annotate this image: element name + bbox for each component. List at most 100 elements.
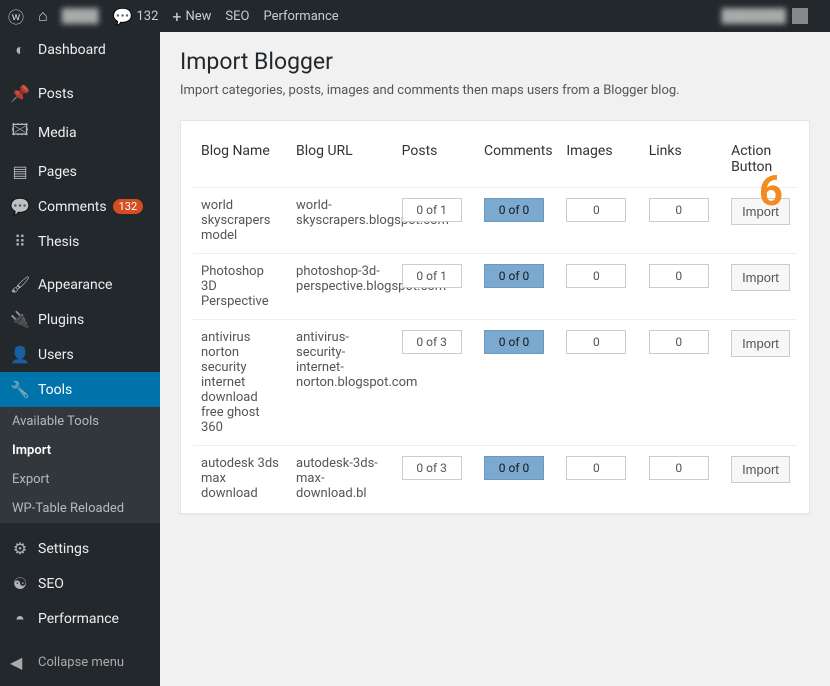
menu-label: Tools — [38, 382, 72, 398]
cell-blog-url: world-skyscrapers.blogspot.com — [288, 188, 394, 254]
collapse-menu[interactable]: ◀Collapse menu — [0, 645, 160, 680]
cell-blog-url: photoshop-3d-perspective.blogspot.com — [288, 254, 394, 320]
menu-label: Settings — [38, 541, 89, 557]
sidebar-item-plugins[interactable]: 🔌 Plugins — [0, 302, 160, 337]
sidebar-item-tools[interactable]: 🔧 Tools — [0, 372, 160, 407]
th-posts: Posts — [394, 133, 476, 188]
toolbar-comments[interactable]: 💬 132 — [113, 7, 159, 26]
cell-blog-name: world skyscrapers model — [193, 188, 288, 254]
admin-toolbar: ⓦ ⌂ ████ 💬 132 + New SEO Performance ███… — [0, 0, 830, 32]
sidebar-item-seo[interactable]: ☯ SEO — [0, 566, 160, 601]
cell-images-count: 0 — [566, 198, 626, 222]
site-name-blurred[interactable]: ████ — [62, 8, 99, 24]
sidebar-item-posts[interactable]: 📌 Posts — [0, 76, 160, 111]
table-row: Photoshop 3D Perspectivephotoshop-3d-per… — [193, 254, 797, 320]
th-blog-name: Blog Name — [193, 133, 288, 188]
cell-comments-count: 0 of 0 — [484, 330, 544, 354]
th-action: Action Button — [723, 133, 797, 188]
menu-label: Comments — [38, 199, 107, 215]
plus-icon: + — [172, 7, 181, 26]
cell-comments-count: 0 of 0 — [484, 456, 544, 480]
sidebar-item-appearance[interactable]: 🖌 Appearance — [0, 267, 160, 302]
account-name-blurred: ███████ — [722, 8, 786, 24]
menu-label: Dashboard — [38, 42, 106, 58]
sidebar-item-users[interactable]: 👤 Users — [0, 337, 160, 372]
sidebar-item-seo-icon: ☯ — [10, 574, 30, 593]
cell-posts-count: 0 of 3 — [402, 330, 462, 354]
menu-label: Plugins — [38, 312, 84, 328]
sidebar-item-posts-icon: 📌 — [10, 84, 30, 103]
sidebar-item-thesis-icon: ⠿ — [10, 232, 30, 251]
import-button[interactable]: Import — [731, 198, 790, 225]
menu-label: Performance — [38, 611, 119, 627]
cell-blog-name: Photoshop 3D Perspective — [193, 254, 288, 320]
sidebar-item-comments[interactable]: 💬 Comments 132 — [0, 189, 160, 224]
cell-blog-url: autodesk-3ds-max-download.bl — [288, 446, 394, 512]
sidebar-item-plugins-icon: 🔌 — [10, 310, 30, 329]
toolbar-seo[interactable]: SEO — [225, 9, 249, 24]
sub-available-tools[interactable]: Available Tools — [0, 407, 160, 436]
th-blog-url: Blog URL — [288, 133, 394, 188]
cell-images-count: 0 — [566, 330, 626, 354]
th-links: Links — [641, 133, 723, 188]
sidebar-item-settings-icon: ⚙ — [10, 539, 30, 558]
cell-links-count: 0 — [649, 456, 709, 480]
sidebar-item-pages[interactable]: ▤Pages — [0, 154, 160, 189]
import-button[interactable]: Import — [731, 264, 790, 291]
cell-links-count: 0 — [649, 264, 709, 288]
home-icon[interactable]: ⌂ — [38, 6, 48, 26]
sidebar-item-appearance-icon: 🖌 — [10, 275, 30, 294]
sub-export[interactable]: Export — [0, 465, 160, 494]
cell-links-count: 0 — [649, 198, 709, 222]
comments-badge: 132 — [113, 199, 144, 214]
menu-label: Users — [38, 347, 74, 363]
tools-submenu: Available ToolsImportExportWP-Table Relo… — [0, 407, 160, 523]
comment-icon: 💬 — [113, 7, 133, 26]
toolbar-new-label: New — [185, 9, 211, 24]
page-content: Import Blogger Import categories, posts,… — [160, 32, 830, 686]
menu-label: Appearance — [38, 277, 112, 293]
cell-posts-count: 0 of 1 — [402, 198, 462, 222]
cell-blog-name: antivirus norton security internet downl… — [193, 320, 288, 446]
avatar-icon — [792, 8, 808, 24]
sub-import[interactable]: Import — [0, 436, 160, 465]
cell-posts-count: 0 of 1 — [402, 264, 462, 288]
sidebar-item-performance-icon: ◓ — [10, 609, 30, 629]
cell-images-count: 0 — [566, 264, 626, 288]
toolbar-performance[interactable]: Performance — [263, 9, 338, 24]
cell-images-count: 0 — [566, 456, 626, 480]
th-images: Images — [558, 133, 640, 188]
import-button[interactable]: Import — [731, 330, 790, 357]
sidebar-item-media[interactable]: 🖾Media — [0, 111, 160, 154]
wordpress-logo-icon[interactable]: ⓦ — [8, 4, 24, 28]
cell-links-count: 0 — [649, 330, 709, 354]
import-table-card: 6 Blog Name Blog URL Posts Comments Imag… — [180, 120, 810, 514]
sub-wp-table-reloaded[interactable]: WP-Table Reloaded — [0, 494, 160, 523]
sidebar-item-dashboard[interactable]: ◐ Dashboard — [0, 32, 160, 68]
menu-label: Pages — [38, 164, 77, 180]
import-button[interactable]: Import — [731, 456, 790, 483]
cell-posts-count: 0 of 3 — [402, 456, 462, 480]
import-blogs-table: Blog Name Blog URL Posts Comments Images… — [193, 133, 797, 511]
toolbar-new[interactable]: + New — [172, 7, 211, 26]
sidebar-item-comments-icon: 💬 — [10, 197, 30, 216]
sidebar-item-performance[interactable]: ◓ Performance — [0, 601, 160, 637]
table-row: world skyscrapers modelworld-skyscrapers… — [193, 188, 797, 254]
page-title: Import Blogger — [180, 48, 810, 75]
table-row: antivirus norton security internet downl… — [193, 320, 797, 446]
table-row: autodesk 3ds max downloadautodesk-3ds-ma… — [193, 446, 797, 512]
sidebar-item-users-icon: 👤 — [10, 345, 30, 364]
sidebar-item-tools-icon: 🔧 — [10, 380, 30, 399]
sidebar-item-dashboard-icon: ◐ — [10, 40, 30, 60]
sidebar-item-media-icon: 🖾 — [10, 119, 30, 146]
cell-blog-name: autodesk 3ds max download — [193, 446, 288, 512]
sidebar-item-settings[interactable]: ⚙ Settings — [0, 531, 160, 566]
menu-label: SEO — [38, 576, 64, 592]
menu-label: Thesis — [38, 234, 79, 250]
admin-sidebar: ◐ Dashboard 📌 Posts 🖾Media▤Pages 💬 Comments 132… — [0, 32, 160, 686]
sidebar-item-thesis[interactable]: ⠿ Thesis — [0, 224, 160, 259]
toolbar-account[interactable]: ███████ — [722, 8, 808, 24]
toolbar-comments-count: 132 — [136, 9, 158, 24]
collapse-icon: ◀ — [10, 653, 30, 672]
menu-label: Posts — [38, 86, 74, 102]
